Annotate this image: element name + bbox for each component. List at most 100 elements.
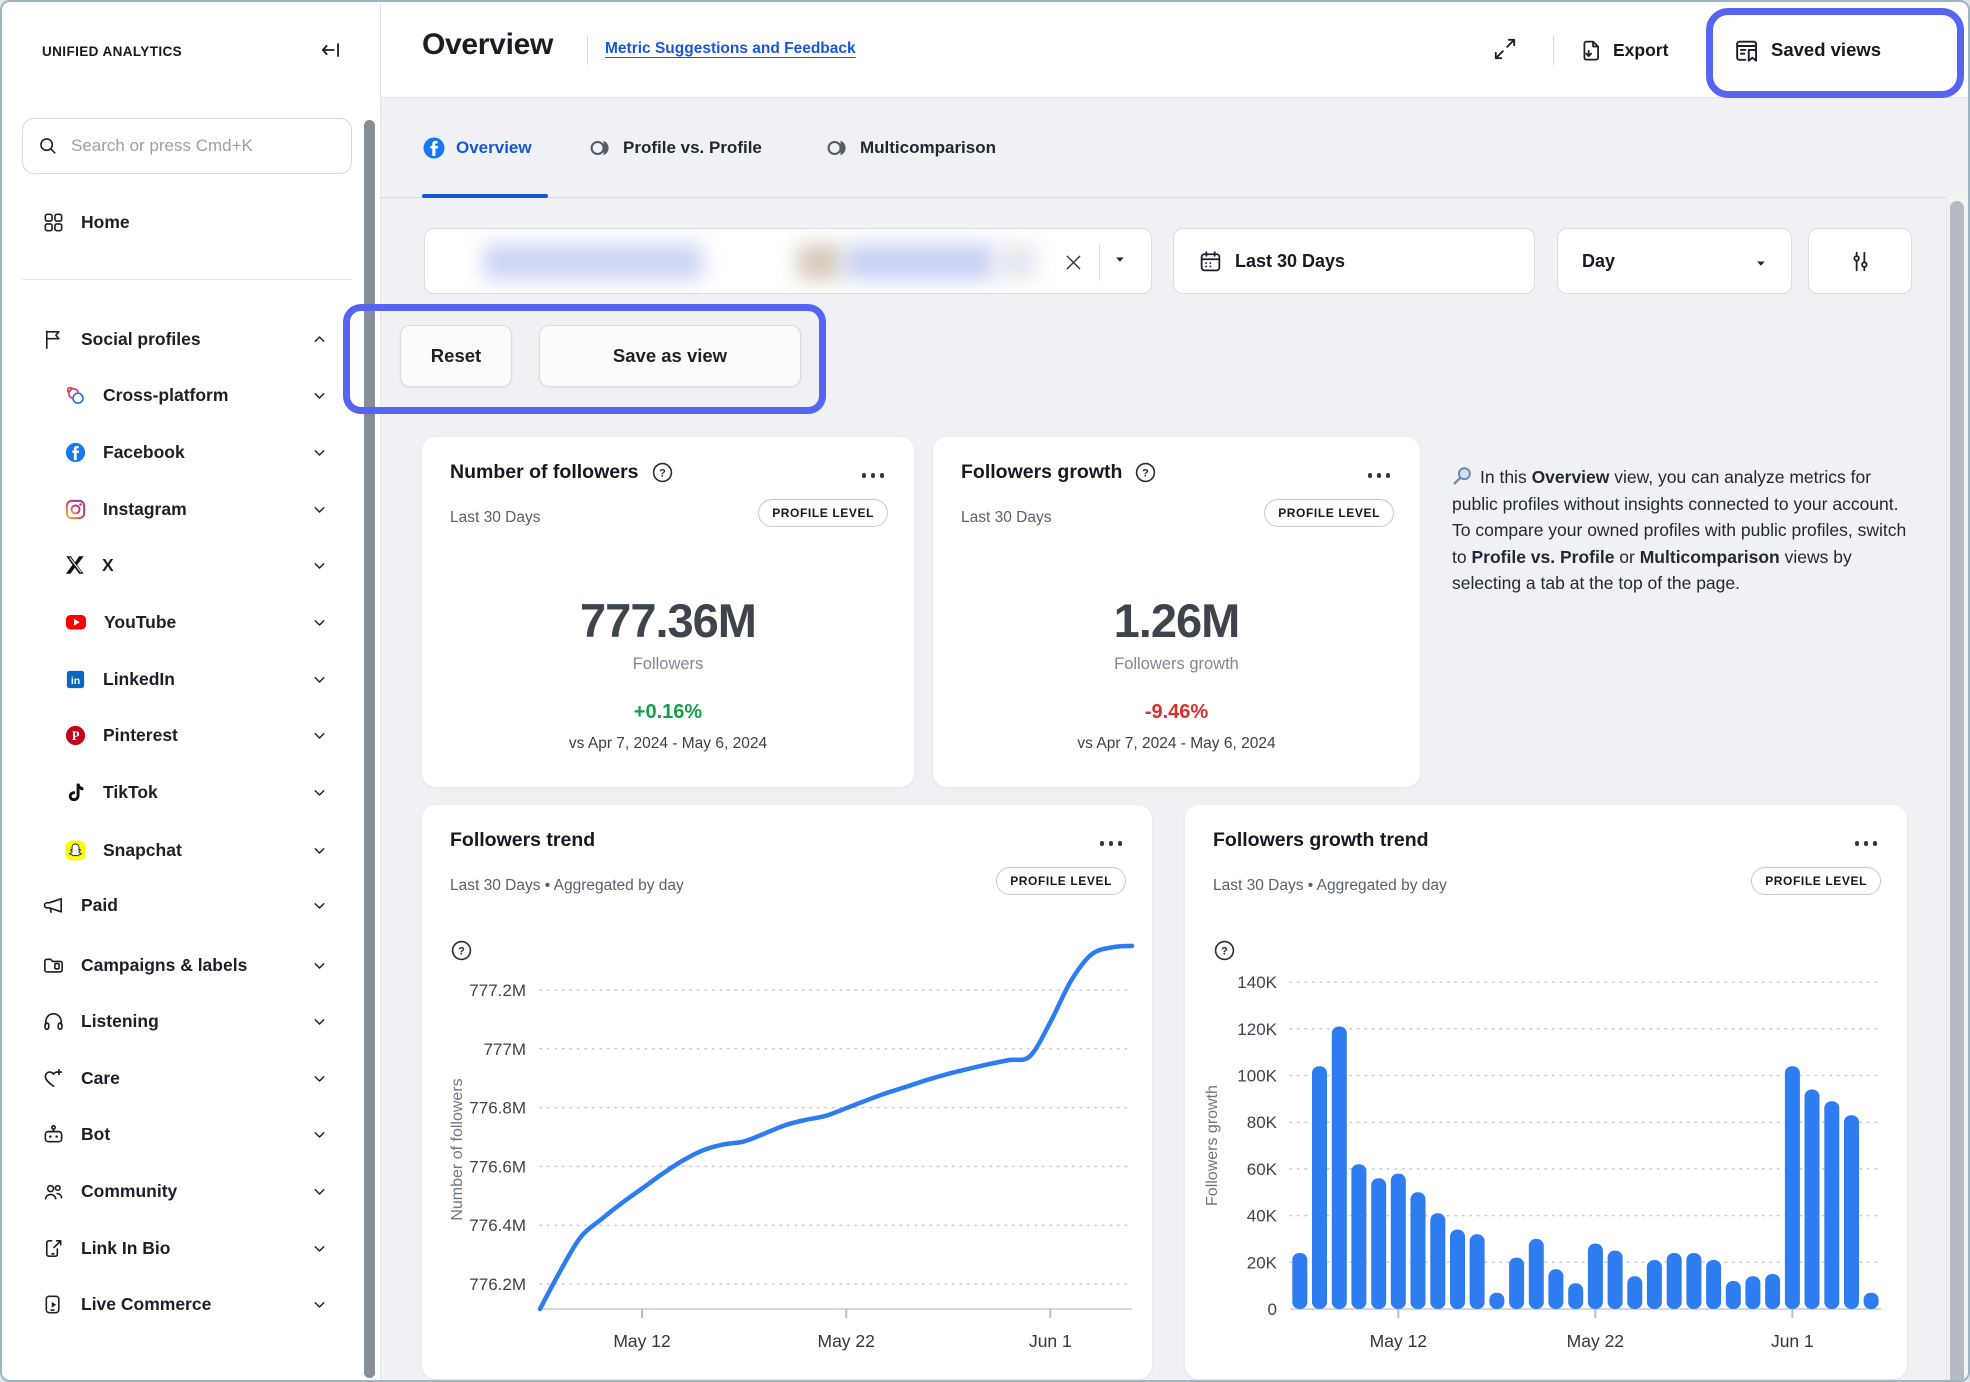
chevron-down-icon[interactable] xyxy=(311,671,328,688)
granularity-select[interactable]: Day xyxy=(1557,228,1792,294)
clear-profile-icon[interactable] xyxy=(1057,246,1089,278)
chevron-down-icon[interactable] xyxy=(311,1240,328,1257)
svg-text:60K: 60K xyxy=(1247,1160,1278,1179)
chevron-up-icon[interactable] xyxy=(311,331,328,348)
search-box[interactable] xyxy=(22,118,352,174)
sidebar-item-listening[interactable]: Listening xyxy=(22,997,354,1045)
overview-info-text: In this Overview view, you can analyze m… xyxy=(1452,464,1910,597)
sidebar-item-snapchat[interactable]: Snapchat xyxy=(22,826,354,874)
sidebar-item-paid[interactable]: Paid xyxy=(22,881,354,929)
sidebar-item-facebook[interactable]: Facebook xyxy=(22,428,354,476)
saved-views-button[interactable]: Saved views xyxy=(1733,26,1881,74)
search-input[interactable] xyxy=(69,135,337,157)
collapse-sidebar-button[interactable] xyxy=(316,36,346,66)
svg-text:May 22: May 22 xyxy=(818,1331,875,1351)
sidebar-item-x[interactable]: X xyxy=(22,541,354,589)
chevron-down-icon[interactable] xyxy=(311,1070,328,1087)
card-title: Followers trend? xyxy=(450,829,607,852)
metric-value: 1.26M xyxy=(933,593,1420,648)
expand-button[interactable] xyxy=(1489,34,1521,66)
metric-suggestions-link[interactable]: Metric Suggestions and Feedback xyxy=(605,40,856,58)
chevron-down-icon[interactable] xyxy=(311,727,328,744)
sidebar-item-community[interactable]: Community xyxy=(22,1167,354,1215)
bot-icon xyxy=(42,1123,65,1146)
chevron-down-icon[interactable] xyxy=(311,387,328,404)
sidebar-item-label: Social profiles xyxy=(81,329,201,350)
export-label: Export xyxy=(1613,40,1668,61)
svg-text:140K: 140K xyxy=(1237,973,1277,992)
live-commerce-icon xyxy=(42,1293,65,1316)
chevron-down-icon[interactable] xyxy=(311,501,328,518)
sidebar-item-label: Link In Bio xyxy=(81,1238,170,1259)
chevron-down-icon[interactable] xyxy=(311,614,328,631)
main-content: Overview Profile vs. Profile Multicomparis… xyxy=(381,98,1968,1380)
svg-text:80K: 80K xyxy=(1247,1113,1278,1132)
sidebar-item-social-profiles[interactable]: Social profiles xyxy=(22,315,354,363)
chevron-down-icon[interactable] xyxy=(311,957,328,974)
sidebar-item-label: Instagram xyxy=(103,499,187,520)
sidebar-item-care[interactable]: Care xyxy=(22,1054,354,1102)
sidebar-item-label: YouTube xyxy=(104,612,176,633)
tab-bar: Overview Profile vs. Profile Multicomparis… xyxy=(381,98,1968,198)
card-title: Followers growth trend? xyxy=(1213,829,1441,852)
chevron-down-icon[interactable] xyxy=(311,1013,328,1030)
sidebar-scrollbar[interactable] xyxy=(364,120,375,1378)
chevron-down-icon[interactable] xyxy=(311,557,328,574)
chevron-down-icon[interactable] xyxy=(311,1183,328,1200)
sidebar-item-label: Pinterest xyxy=(103,725,178,746)
blurred-profile-chip xyxy=(997,244,1037,280)
header-divider xyxy=(1553,35,1554,65)
chevron-down-icon[interactable] xyxy=(311,1126,328,1143)
sidebar-item-cross-platform[interactable]: Cross-platform xyxy=(22,371,354,419)
sidebar-item-bot[interactable]: Bot xyxy=(22,1110,354,1158)
brand-title: UNIFIED ANALYTICS xyxy=(42,44,182,59)
card-menu-button[interactable] xyxy=(1851,837,1882,850)
date-range-button[interactable]: Last 30 Days xyxy=(1173,228,1535,294)
sidebar-item-tiktok[interactable]: TikTok xyxy=(22,768,354,816)
headphones-icon xyxy=(42,1010,65,1033)
main-scrollbar[interactable] xyxy=(1950,201,1964,1382)
metric-card-number-of-followers: Number of followers?Last 30 DaysPROFILE … xyxy=(422,437,914,787)
export-button[interactable]: Export xyxy=(1579,28,1668,72)
metric-delta: -9.46% xyxy=(933,701,1420,724)
sidebar-item-campaigns-labels[interactable]: Campaigns & labels xyxy=(22,941,354,989)
profile-level-badge: PROFILE LEVEL xyxy=(758,499,888,527)
sidebar-item-live-commerce[interactable]: Live Commerce xyxy=(22,1280,354,1328)
chevron-down-icon[interactable] xyxy=(311,444,328,461)
linkedin-icon: in xyxy=(64,668,87,691)
sidebar-item-instagram[interactable]: Instagram xyxy=(22,485,354,533)
profile-caret-icon[interactable] xyxy=(1113,253,1128,268)
svg-text:40K: 40K xyxy=(1247,1207,1278,1226)
chevron-down-icon[interactable] xyxy=(311,897,328,914)
tab-multicomparison[interactable]: Multicomparison xyxy=(826,128,996,168)
tiktok-icon xyxy=(64,781,87,804)
magnifier-tilted-icon xyxy=(1452,465,1474,487)
sidebar-item-home[interactable]: Home xyxy=(22,198,354,246)
page-title: Overview xyxy=(422,28,553,62)
svg-text:776.6M: 776.6M xyxy=(469,1157,526,1176)
sidebar-item-link-in-bio[interactable]: Link In Bio xyxy=(22,1224,354,1272)
chevron-down-icon[interactable] xyxy=(311,784,328,801)
blurred-profile-chip xyxy=(845,244,995,280)
profile-select[interactable] xyxy=(424,228,1152,294)
tab-overview[interactable]: Overview xyxy=(422,128,532,168)
card-menu-button[interactable] xyxy=(858,469,889,482)
save-as-view-button[interactable]: Save as view xyxy=(539,325,801,387)
sidebar-item-linkedin[interactable]: inLinkedIn xyxy=(22,655,354,703)
sidebar-item-label: Listening xyxy=(81,1011,159,1032)
tab-profile-vs-profile[interactable]: Profile vs. Profile xyxy=(589,128,762,168)
sidebar-item-pinterest[interactable]: PPinterest xyxy=(22,711,354,759)
sidebar-item-label: Snapchat xyxy=(103,840,182,861)
compare-icon xyxy=(589,136,613,160)
export-icon xyxy=(1579,38,1604,63)
filter-settings-button[interactable] xyxy=(1808,228,1912,294)
line-chart: 776.2M776.4M776.6M776.8M777M777.2MMay 12… xyxy=(422,915,1152,1369)
card-menu-button[interactable] xyxy=(1096,837,1127,850)
collapse-sidebar-icon xyxy=(318,37,344,63)
card-menu-button[interactable] xyxy=(1364,469,1395,482)
chevron-down-icon[interactable] xyxy=(311,842,328,859)
reset-button[interactable]: Reset xyxy=(400,325,512,387)
sidebar-item-youtube[interactable]: YouTube xyxy=(22,598,354,646)
sidebar-item-label: Live Commerce xyxy=(81,1294,211,1315)
chevron-down-icon[interactable] xyxy=(311,1296,328,1313)
